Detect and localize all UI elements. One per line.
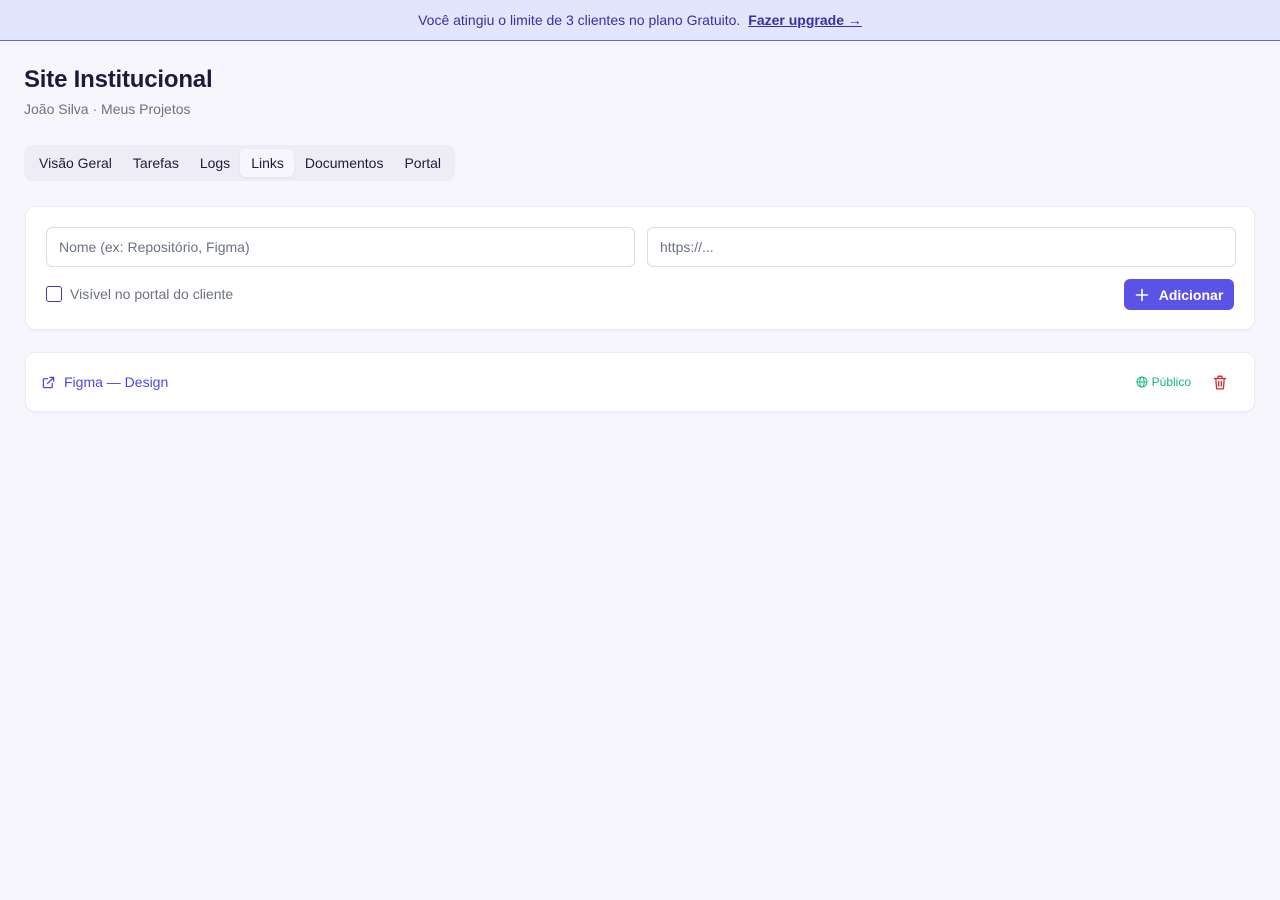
trash-icon[interactable] [1212,374,1228,390]
visibility-badge: Público [1136,353,1191,411]
tab-documentos[interactable]: Documentos [294,149,394,177]
tab-links[interactable]: Links [240,149,294,177]
globe-icon [1136,376,1148,388]
link-figma-design[interactable]: Figma — Design [42,353,168,411]
upgrade-banner: Você atingiu o limite de 3 clientes no p… [0,0,1280,41]
tab-visao-geral[interactable]: Visão Geral [28,149,122,177]
tab-bar: Visão Geral Tarefas Logs Links Documento… [24,145,456,181]
link-name-input[interactable] [46,227,635,267]
external-link-icon [42,376,55,389]
link-url-input[interactable] [647,227,1236,267]
visible-in-portal-toggle[interactable]: Visível no portal do cliente [46,286,233,302]
page-title: Site Institucional [24,66,213,93]
visibility-label: Público [1151,375,1191,389]
visible-in-portal-label: Visível no portal do cliente [70,286,234,302]
visible-in-portal-checkbox[interactable] [46,286,62,302]
tab-logs[interactable]: Logs [189,149,240,177]
tab-portal[interactable]: Portal [393,149,451,177]
add-link-button-label: Adicionar [1158,286,1224,303]
page-header: Site Institucional João Silva · Meus Pro… [24,66,213,117]
tab-tarefas[interactable]: Tarefas [122,149,189,177]
breadcrumb: João Silva · Meus Projetos [24,101,191,117]
add-link-form: Visível no portal do cliente Adicionar [25,206,1255,330]
banner-message: Você atingiu o limite de 3 clientes no p… [418,12,741,28]
link-list-item: Figma — Design Público [25,352,1255,412]
add-link-button[interactable]: Adicionar [1124,279,1234,310]
plus-icon [1135,288,1149,302]
link-label: Figma — Design [64,374,169,390]
upgrade-link[interactable]: Fazer upgrade → [748,12,862,28]
